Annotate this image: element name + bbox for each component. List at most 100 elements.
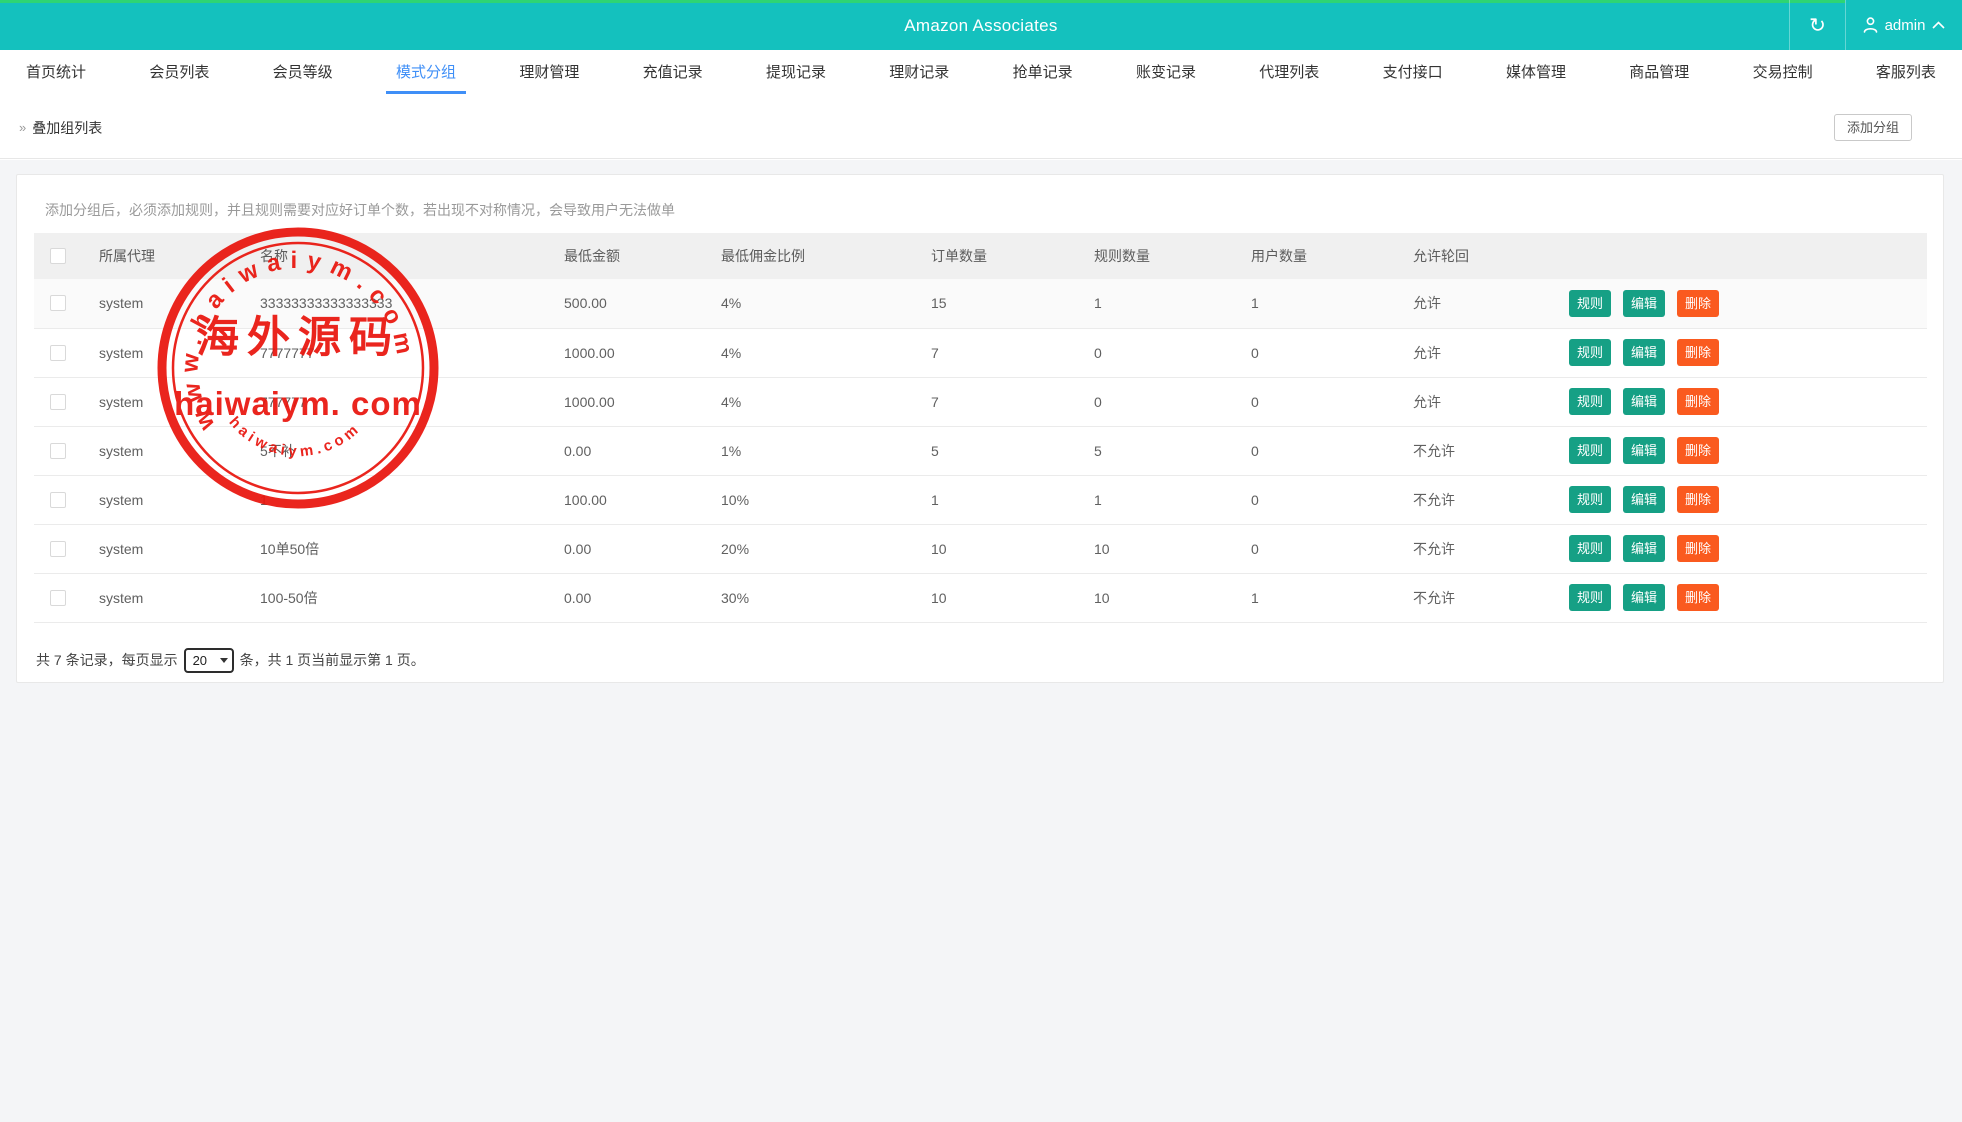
cell-user_count: 0 [1251, 475, 1413, 524]
cell-order_count: 7 [931, 328, 1094, 377]
cell-min_amount: 1000.00 [564, 328, 721, 377]
delete-button[interactable]: 删除 [1677, 535, 1719, 562]
edit-button[interactable]: 编辑 [1623, 339, 1665, 366]
cell-rule_count: 1 [1094, 475, 1251, 524]
cell-order_count: 10 [931, 524, 1094, 573]
user-menu[interactable]: admin [1845, 0, 1962, 50]
delete-button[interactable]: 删除 [1677, 290, 1719, 317]
cell-agent: system [99, 279, 260, 328]
table-row: system100-50倍0.0030%10101不允许规则编辑删除 [34, 573, 1927, 622]
nav-tab-6[interactable]: 提现记录 [766, 50, 826, 96]
groups-table-wrap: 所属代理名称最低金额最低佣金比例订单数量规则数量用户数量允许轮回 system3… [34, 233, 1926, 623]
nav-tab-10[interactable]: 代理列表 [1259, 50, 1319, 96]
row-checkbox[interactable] [50, 295, 66, 311]
cell-min_commission: 4% [721, 377, 931, 426]
row-checkbox[interactable] [50, 345, 66, 361]
column-header-4: 订单数量 [931, 233, 1094, 279]
add-group-button[interactable]: 添加分组 [1834, 114, 1912, 141]
cell-allow_loop: 不允许 [1413, 475, 1569, 524]
delete-button[interactable]: 删除 [1677, 437, 1719, 464]
nav-tab-8[interactable]: 抢单记录 [1013, 50, 1073, 96]
page-background: 添加分组后，必须添加规则，并且规则需要对应好订单个数，若出现不对称情况，会导致用… [0, 160, 1962, 1122]
cell-name: 1 [260, 475, 564, 524]
rule-button[interactable]: 规则 [1569, 437, 1611, 464]
nav-tab-4[interactable]: 理财管理 [519, 50, 579, 96]
edit-button[interactable]: 编辑 [1623, 437, 1665, 464]
row-checkbox[interactable] [50, 443, 66, 459]
cell-min_amount: 500.00 [564, 279, 721, 328]
cell-allow_loop: 允许 [1413, 279, 1569, 328]
cell-name: 777777 [260, 377, 564, 426]
nav-tab-11[interactable]: 支付接口 [1383, 50, 1443, 96]
edit-button[interactable]: 编辑 [1623, 486, 1665, 513]
nav-tab-0[interactable]: 首页统计 [26, 50, 86, 96]
delete-button[interactable]: 删除 [1677, 584, 1719, 611]
select-all-checkbox[interactable] [50, 248, 66, 264]
cell-actions: 规则编辑删除 [1569, 279, 1927, 328]
cell-rule_count: 1 [1094, 279, 1251, 328]
refresh-button[interactable]: ↻ [1789, 0, 1845, 50]
username-label: admin [1885, 17, 1926, 34]
cell-min_amount: 0.00 [564, 573, 721, 622]
table-row: system33333333333333333500.004%1511允许规则编… [34, 279, 1927, 328]
edit-button[interactable]: 编辑 [1623, 584, 1665, 611]
rule-button[interactable]: 规则 [1569, 486, 1611, 513]
cell-order_count: 10 [931, 573, 1094, 622]
cell-rule_count: 0 [1094, 328, 1251, 377]
rule-button[interactable]: 规则 [1569, 584, 1611, 611]
edit-button[interactable]: 编辑 [1623, 535, 1665, 562]
rule-button[interactable]: 规则 [1569, 535, 1611, 562]
rule-button[interactable]: 规则 [1569, 388, 1611, 415]
cell-user_count: 0 [1251, 524, 1413, 573]
cell-name: 5不补 [260, 426, 564, 475]
delete-button[interactable]: 删除 [1677, 388, 1719, 415]
notice-text: 添加分组后，必须添加规则，并且规则需要对应好订单个数，若出现不对称情况，会导致用… [45, 200, 1943, 220]
rule-button[interactable]: 规则 [1569, 290, 1611, 317]
column-header-7: 允许轮回 [1413, 233, 1569, 279]
column-header-0: 所属代理 [99, 233, 260, 279]
nav-tab-3[interactable]: 模式分组 [396, 50, 456, 96]
nav-tab-12[interactable]: 媒体管理 [1506, 50, 1566, 96]
nav-tabs: 首页统计 会员列表 会员等级 模式分组 理财管理 充值记录 提现记录 理财记录 抢单记录 账变记录… [0, 50, 1962, 96]
edit-button[interactable]: 编辑 [1623, 290, 1665, 317]
delete-button[interactable]: 删除 [1677, 339, 1719, 366]
cell-name: 10单50倍 [260, 524, 564, 573]
pagination-suffix: 条，共 1 页当前显示第 1 页。 [240, 650, 425, 670]
nav-tab-13[interactable]: 商品管理 [1629, 50, 1689, 96]
cell-name: 7777777 [260, 328, 564, 377]
cell-rule_count: 0 [1094, 377, 1251, 426]
nav-tab-7[interactable]: 理财记录 [889, 50, 949, 96]
table-row: system7777771000.004%700允许规则编辑删除 [34, 377, 1927, 426]
cell-min_commission: 10% [721, 475, 931, 524]
column-header-6: 用户数量 [1251, 233, 1413, 279]
nav-tab-14[interactable]: 交易控制 [1753, 50, 1813, 96]
cell-min_amount: 100.00 [564, 475, 721, 524]
nav-tab-1[interactable]: 会员列表 [149, 50, 209, 96]
nav-tab-2[interactable]: 会员等级 [273, 50, 333, 96]
row-checkbox[interactable] [50, 394, 66, 410]
row-checkbox[interactable] [50, 590, 66, 606]
cell-order_count: 15 [931, 279, 1094, 328]
edit-button[interactable]: 编辑 [1623, 388, 1665, 415]
delete-button[interactable]: 删除 [1677, 486, 1719, 513]
column-header-2: 最低金额 [564, 233, 721, 279]
per-page-select-wrap: 20 [184, 648, 234, 673]
page-title: 叠加组列表 [32, 118, 102, 138]
cell-user_count: 0 [1251, 328, 1413, 377]
cell-allow_loop: 不允许 [1413, 524, 1569, 573]
rule-button[interactable]: 规则 [1569, 339, 1611, 366]
row-checkbox[interactable] [50, 492, 66, 508]
per-page-select[interactable]: 20 [184, 648, 234, 673]
pagination-prefix: 共 7 条记录，每页显示 [36, 650, 178, 670]
breadcrumb-bar: » 叠加组列表 添加分组 [0, 96, 1962, 159]
cell-agent: system [99, 475, 260, 524]
nav-tab-5[interactable]: 充值记录 [643, 50, 703, 96]
column-header-1: 名称 [260, 233, 564, 279]
table-row: system10单50倍0.0020%10100不允许规则编辑删除 [34, 524, 1927, 573]
row-checkbox[interactable] [50, 541, 66, 557]
nav-tab-9[interactable]: 账变记录 [1136, 50, 1196, 96]
cell-agent: system [99, 328, 260, 377]
groups-table: 所属代理名称最低金额最低佣金比例订单数量规则数量用户数量允许轮回 system3… [34, 233, 1927, 623]
nav-tab-15[interactable]: 客服列表 [1876, 50, 1936, 96]
table-header-row: 所属代理名称最低金额最低佣金比例订单数量规则数量用户数量允许轮回 [34, 233, 1927, 279]
